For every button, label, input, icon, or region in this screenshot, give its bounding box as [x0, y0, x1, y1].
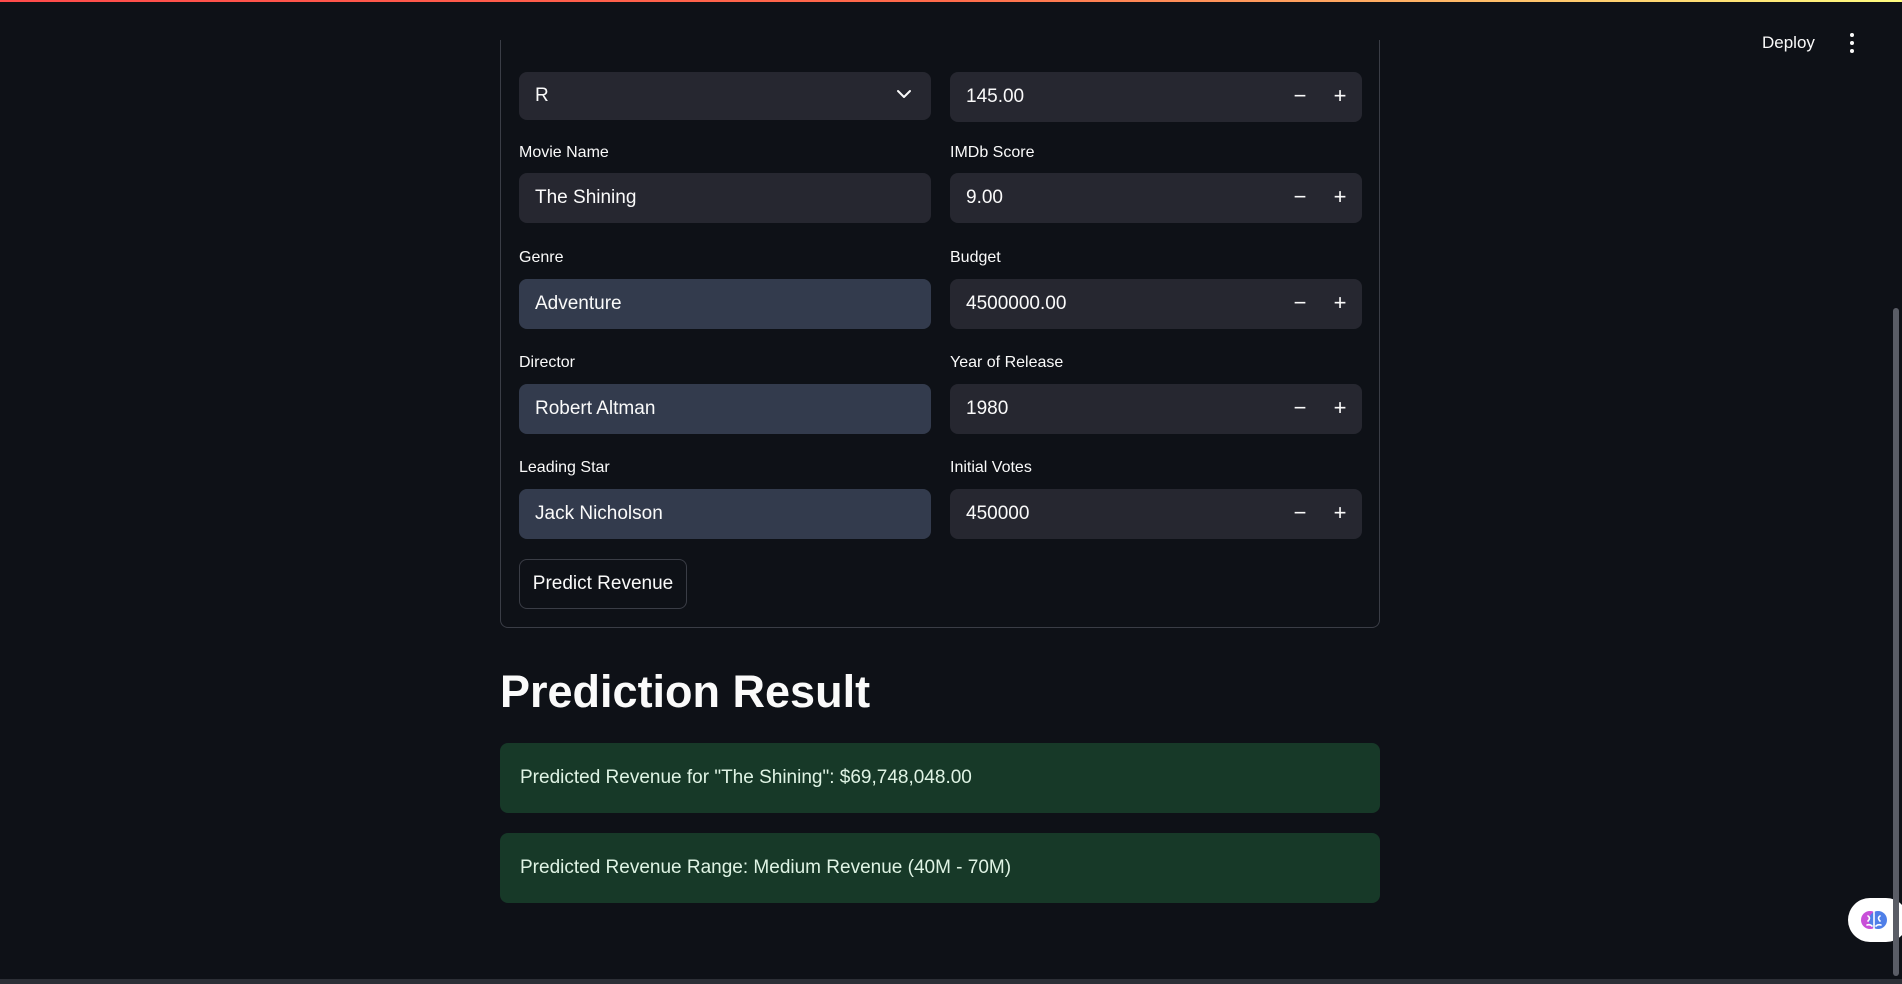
top-accent-line — [0, 0, 1902, 2]
genre-input[interactable]: Adventure — [519, 279, 931, 329]
year-input[interactable]: 1980 − + — [950, 384, 1362, 434]
year-increment-button[interactable]: + — [1320, 384, 1360, 434]
imdb-score-decrement-button[interactable]: − — [1280, 173, 1320, 223]
deploy-button[interactable]: Deploy — [1752, 28, 1825, 58]
director-label: Director — [519, 354, 576, 371]
budget-input[interactable]: 4500000.00 − + — [950, 279, 1362, 329]
initial-votes-input[interactable]: 450000 − + — [950, 489, 1362, 539]
runtime-value: 145.00 — [966, 86, 1025, 107]
runtime-decrement-button[interactable]: − — [1280, 72, 1320, 122]
movie-name-input[interactable]: The Shining — [519, 173, 931, 223]
imdb-score-increment-button[interactable]: + — [1320, 173, 1360, 223]
budget-value: 4500000.00 — [966, 293, 1067, 314]
revenue-range-alert: Predicted Revenue Range: Medium Revenue … — [500, 833, 1380, 903]
runtime-input[interactable]: 145.00 − + — [950, 72, 1362, 122]
predict-revenue-button[interactable]: Predict Revenue — [519, 559, 687, 609]
movie-name-label: Movie Name — [519, 144, 609, 161]
year-decrement-button[interactable]: − — [1280, 384, 1320, 434]
prediction-result-heading: Prediction Result — [500, 666, 871, 717]
year-label: Year of Release — [950, 354, 1064, 371]
initial-votes-label: Initial Votes — [950, 459, 1032, 476]
rating-select-value: R — [535, 85, 549, 106]
imdb-score-input[interactable]: 9.00 − + — [950, 173, 1362, 223]
director-input[interactable]: Robert Altman — [519, 384, 931, 434]
budget-label: Budget — [950, 249, 1001, 266]
brain-icon — [1861, 910, 1887, 930]
kebab-menu-icon[interactable] — [1842, 30, 1862, 56]
leading-star-label: Leading Star — [519, 459, 610, 476]
initial-votes-decrement-button[interactable]: − — [1280, 489, 1320, 539]
leading-star-input[interactable]: Jack Nicholson — [519, 489, 931, 539]
rating-select[interactable]: R — [519, 72, 931, 120]
prediction-form — [500, 40, 1380, 628]
budget-decrement-button[interactable]: − — [1280, 279, 1320, 329]
imdb-score-value: 9.00 — [966, 187, 1003, 208]
imdb-score-label: IMDb Score — [950, 144, 1035, 161]
bottom-border — [0, 979, 1902, 984]
budget-increment-button[interactable]: + — [1320, 279, 1360, 329]
genre-label: Genre — [519, 249, 564, 266]
year-value: 1980 — [966, 398, 1009, 419]
page-scrollbar[interactable] — [1893, 308, 1899, 976]
initial-votes-increment-button[interactable]: + — [1320, 489, 1360, 539]
chevron-down-icon — [897, 90, 911, 98]
initial-votes-value: 450000 — [966, 503, 1030, 524]
revenue-success-alert: Predicted Revenue for "The Shining": $69… — [500, 743, 1380, 813]
runtime-increment-button[interactable]: + — [1320, 72, 1360, 122]
